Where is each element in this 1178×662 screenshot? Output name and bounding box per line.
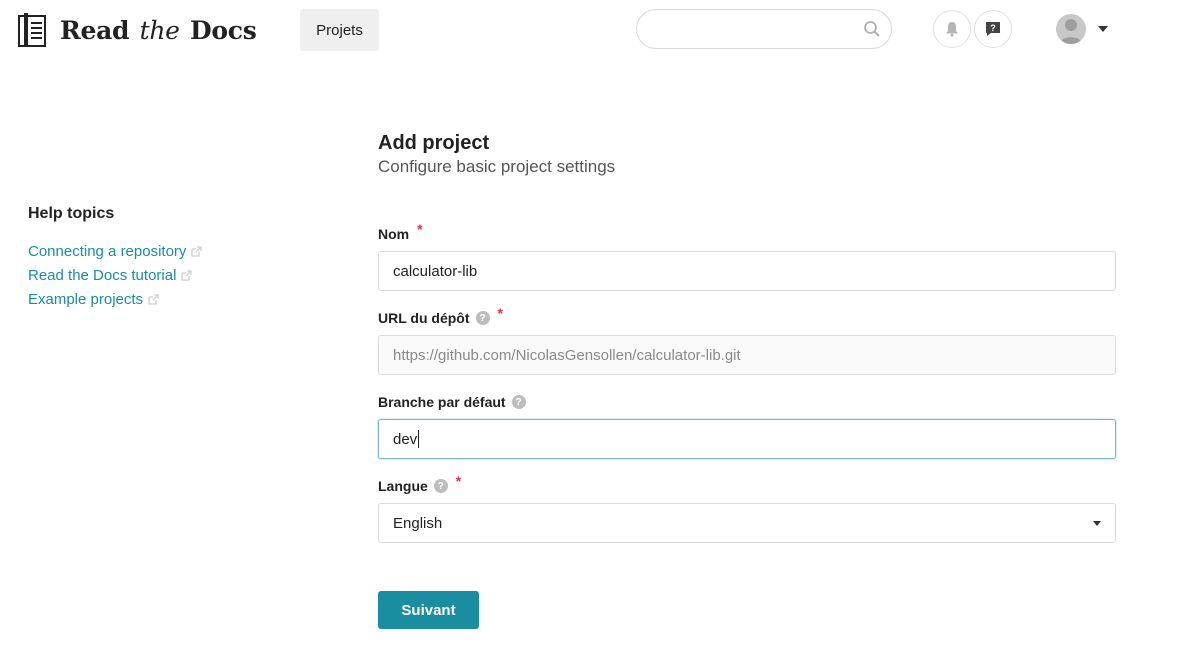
language-select[interactable]: English	[378, 503, 1116, 543]
required-marker: *	[417, 221, 423, 237]
page-title: Add project	[378, 132, 490, 154]
repo-url-label: URL du dépôt ? *	[378, 305, 503, 326]
book-logo-icon	[18, 13, 46, 47]
user-menu[interactable]	[1056, 14, 1108, 44]
default-branch-label: Branche par défaut ?	[378, 394, 526, 410]
required-marker: *	[455, 473, 462, 489]
svg-text:?: ?	[990, 23, 996, 33]
language-select-value: English	[393, 514, 443, 532]
text-cursor	[418, 430, 420, 448]
user-silhouette-icon	[1060, 19, 1082, 44]
chevron-down-icon[interactable]	[1098, 26, 1108, 32]
help-link-tutorial[interactable]: Read the Docs tutorial	[28, 263, 202, 287]
help-link-label[interactable]: Example projects	[28, 291, 143, 308]
notifications-button[interactable]	[933, 10, 971, 48]
external-link-icon	[148, 293, 159, 305]
name-label: Nom *	[378, 221, 423, 242]
search-box[interactable]	[636, 9, 892, 49]
language-label-text: Langue	[378, 478, 428, 494]
help-link-example-projects[interactable]: Example projects	[28, 287, 202, 311]
avatar[interactable]	[1056, 14, 1086, 44]
brand-name: Read the Docs	[60, 15, 257, 45]
help-link-label[interactable]: Read the Docs tutorial	[28, 267, 176, 284]
language-label: Langue ? *	[378, 473, 461, 494]
chevron-down-icon[interactable]	[1093, 521, 1101, 526]
default-branch-field[interactable]: dev	[378, 419, 1116, 459]
help-icon: ?	[986, 22, 1000, 36]
help-tooltip-icon[interactable]: ?	[511, 395, 526, 409]
name-field-value: calculator-lib	[393, 262, 478, 280]
default-branch-field-value: dev	[393, 430, 418, 448]
bell-icon	[946, 22, 958, 37]
name-label-text: Nom	[378, 226, 410, 242]
name-field[interactable]: calculator-lib	[378, 251, 1116, 291]
logo[interactable]: Read the Docs	[18, 13, 257, 47]
help-topics-title: Help topics	[28, 205, 115, 222]
repo-url-label-text: URL du dépôt	[378, 310, 470, 326]
help-link-label[interactable]: Connecting a repository	[28, 243, 186, 260]
main-content: Add project Configure basic project sett…	[378, 130, 1116, 178]
help-link-connecting-repository[interactable]: Connecting a repository	[28, 239, 203, 263]
nav-projects-button[interactable]: Projets	[300, 9, 379, 51]
next-button[interactable]: Suivant	[378, 591, 479, 629]
search-input[interactable]	[651, 18, 860, 42]
repo-url-field[interactable]: https://github.com/NicolasGensollen/calc…	[378, 335, 1116, 375]
help-button[interactable]: ?	[974, 10, 1012, 48]
default-branch-label-text: Branche par défaut	[378, 394, 506, 410]
external-link-icon	[181, 269, 193, 281]
page-subtitle: Configure basic project settings	[378, 157, 616, 176]
external-link-icon	[191, 245, 203, 257]
search-icon[interactable]	[863, 20, 881, 38]
repo-url-field-value: https://github.com/NicolasGensollen/calc…	[393, 346, 741, 364]
help-tooltip-icon[interactable]: ?	[475, 311, 490, 325]
help-topics: Help topics Connecting a repository Read…	[28, 205, 203, 311]
help-tooltip-icon[interactable]: ?	[433, 479, 448, 493]
required-marker: *	[497, 305, 503, 321]
